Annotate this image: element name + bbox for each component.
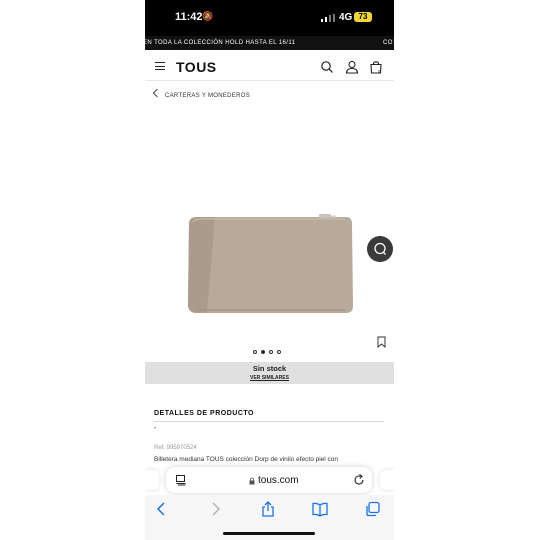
bookmarks-icon[interactable] — [312, 501, 328, 517]
lock-icon — [249, 477, 255, 485]
breadcrumb-label: CARTERAS Y MONEDEROS — [165, 93, 251, 99]
menu-icon[interactable] — [155, 62, 165, 70]
site-header: TOUS 0 — [145, 52, 394, 81]
promo-text: EN TODA LA COLECCIÓN HOLD HASTA EL 16/11 — [145, 40, 296, 46]
previous-tab-peek[interactable] — [145, 470, 159, 490]
share-icon[interactable] — [260, 501, 276, 517]
tabs-icon[interactable] — [365, 501, 381, 517]
reader-icon[interactable] — [175, 474, 187, 486]
back-icon[interactable] — [154, 501, 170, 517]
next-tab-peek[interactable] — [380, 470, 394, 490]
details-dash: - — [154, 425, 157, 432]
chat-button[interactable] — [367, 236, 393, 262]
user-icon[interactable] — [345, 60, 359, 74]
promo-banner[interactable]: EN TODA LA COLECCIÓN HOLD HASTA EL 16/11… — [145, 36, 394, 50]
url-domain[interactable]: tous.com — [249, 475, 299, 486]
network-type: 4G — [339, 12, 353, 23]
silent-bell-icon: 🔕 — [202, 11, 214, 21]
status-time: 11:42 — [175, 11, 203, 23]
url-domain-text: tous.com — [258, 475, 299, 486]
product-details-heading[interactable]: DETALLES DE PRODUCTO — [154, 410, 384, 422]
address-bar[interactable]: tous.com — [166, 467, 372, 493]
carousel-dot-active[interactable] — [261, 350, 265, 354]
browser-toolbar — [145, 495, 394, 540]
phone-screen: 11:42 🔕 4G 73 EN TODA LA COLECCIÓN HOLD … — [145, 0, 394, 540]
carousel-dot[interactable] — [277, 350, 281, 354]
wishlist-bookmark-icon[interactable] — [377, 336, 386, 348]
status-bar: 11:42 🔕 4G 73 — [145, 0, 394, 36]
chat-icon — [374, 242, 386, 255]
product-reference: Ref. 995970524 — [154, 445, 197, 451]
search-icon[interactable] — [320, 60, 334, 74]
brand-logo[interactable]: TOUS — [176, 59, 217, 75]
bag-icon[interactable]: 0 — [369, 60, 383, 74]
carousel-dot[interactable] — [269, 350, 273, 354]
breadcrumb[interactable]: CARTERAS Y MONEDEROS — [152, 88, 251, 102]
carousel-dot[interactable] — [253, 350, 257, 354]
signal-icon — [321, 14, 335, 22]
forward-icon[interactable] — [207, 501, 223, 517]
promo-text-repeat: CO — [383, 40, 393, 46]
reload-icon[interactable] — [353, 474, 365, 486]
product-image[interactable] — [145, 150, 394, 330]
carousel-dots — [253, 341, 285, 354]
see-similar-link[interactable]: VER SIMILARES — [145, 375, 394, 381]
stock-status-bar[interactable]: Sin stock VER SIMILARES — [145, 362, 394, 384]
stock-status-label: Sin stock — [252, 364, 287, 373]
battery-indicator: 73 — [354, 12, 372, 22]
home-indicator[interactable] — [223, 532, 315, 535]
chevron-left-icon — [152, 88, 162, 98]
product-description: Billetera mediana TOUS colección Dorp de… — [154, 456, 339, 463]
